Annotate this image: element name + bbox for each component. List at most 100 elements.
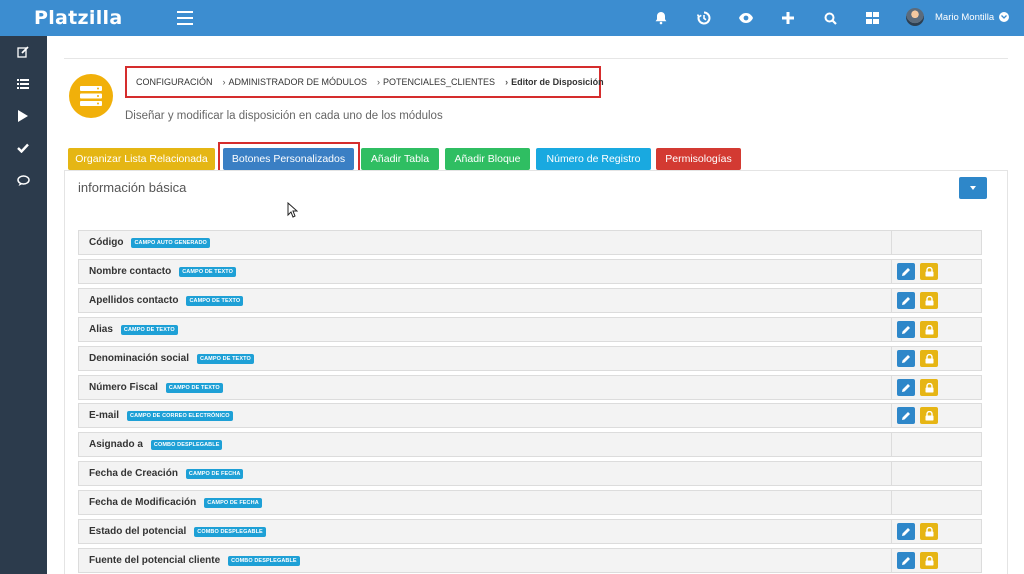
pencil-icon[interactable] [897,321,915,338]
row-divider [891,404,892,427]
plus-icon[interactable] [780,10,796,26]
table-row[interactable]: Alias CAMPO DE TEXTO [78,317,982,342]
field-type-badge: COMBO DESPLEGABLE [228,555,300,566]
history-icon[interactable] [696,10,712,26]
chevron-down-icon[interactable] [999,12,1010,22]
pencil-icon[interactable] [897,552,915,569]
field-label: Apellidos contacto [89,295,179,306]
table-row[interactable]: Fecha de Creación CAMPO DE FECHA [78,461,982,486]
lock-icon[interactable] [920,379,938,396]
pencil-icon[interactable] [897,350,915,367]
field-type-badge: CAMPO DE FECHA [185,468,244,479]
breadcrumb-item-current: Editor de Disposición [505,77,604,87]
pencil-icon[interactable] [897,379,915,396]
field-label: Número Fiscal [89,382,158,393]
record-number-button[interactable]: Número de Registro [536,148,651,170]
table-row[interactable]: Apellidos contacto CAMPO DE TEXTO [78,288,982,313]
pencil-icon[interactable] [897,407,915,424]
field-label: Fecha de Modificación [89,497,197,508]
table-row[interactable]: E-mail CAMPO DE CORREO ELECTRÓNICO [78,403,982,428]
lock-icon[interactable] [920,321,938,338]
list-icon[interactable] [15,76,31,92]
check-icon[interactable] [15,140,31,156]
organize-related-list-button[interactable]: Organizar Lista Relacionada [68,148,215,170]
field-type-badge: CAMPO DE CORREO ELECTRÓNICO [127,410,233,421]
field-type-badge: CAMPO DE FECHA [204,497,262,508]
field-label: Estado del potencial [89,526,187,537]
menu-toggle-icon[interactable] [177,11,193,25]
app-logo[interactable]: Platzilla [34,7,122,29]
field-label: Alias [89,324,113,335]
breadcrumb-item-configuracion[interactable]: CONFIGURACIÓN [136,77,213,87]
user-menu[interactable]: Mario Montilla [906,8,1010,26]
table-row[interactable]: Fecha de Modificación CAMPO DE FECHA [78,490,982,515]
top-navbar: Platzilla Mario Montilla [0,0,1024,36]
search-icon[interactable] [822,10,838,26]
field-type-badge: CAMPO DE TEXTO [165,382,223,393]
field-type-badge: CAMPO DE TEXTO [186,295,244,306]
lock-icon[interactable] [920,263,938,280]
panel-dropdown-button[interactable] [959,177,987,199]
row-divider [891,318,892,341]
eye-icon[interactable] [738,10,754,26]
lock-icon[interactable] [920,523,938,540]
permissions-button[interactable]: Permisologías [656,148,741,170]
avatar [906,8,924,26]
table-row[interactable]: Fuente del potencial cliente COMBO DESPLE… [78,548,982,573]
row-divider [891,260,892,283]
field-label: Asignado a [89,439,143,450]
row-divider [891,376,892,399]
field-label: Nombre contacto [89,266,172,277]
lock-icon[interactable] [920,407,938,424]
field-type-badge: COMBO DESPLEGABLE [194,526,266,537]
row-divider [891,289,892,312]
field-type-badge: CAMPO DE TEXTO [120,324,178,335]
edit-icon[interactable] [15,44,31,60]
field-label: Código [89,237,124,248]
pencil-icon[interactable] [897,523,915,540]
custom-buttons-button[interactable]: Botones Personalizados [223,148,354,170]
row-divider [891,462,892,485]
row-divider [891,520,892,543]
grid-icon[interactable] [864,10,880,26]
row-divider [891,433,892,456]
table-row[interactable]: Denominación social CAMPO DE TEXTO [78,346,982,371]
lock-icon[interactable] [920,292,938,309]
sidebar [0,36,47,574]
lock-icon[interactable] [920,350,938,367]
breadcrumb-item-admin-modulos[interactable]: ADMINISTRADOR DE MÓDULOS [223,77,368,87]
table-row[interactable]: Nombre contacto CAMPO DE TEXTO [78,259,982,284]
pencil-icon[interactable] [897,263,915,280]
field-type-badge: CAMPO DE TEXTO [179,266,237,277]
field-type-badge: COMBO DESPLEGABLE [150,439,223,450]
table-row[interactable]: Estado del potencial COMBO DESPLEGABLE [78,519,982,544]
server-icon [69,74,113,118]
breadcrumb-item-potenciales[interactable]: POTENCIALES_CLIENTES [377,77,495,87]
table-row[interactable]: Código CAMPO AUTO GENERADO [78,230,982,255]
pencil-icon[interactable] [897,292,915,309]
table-row[interactable]: Número Fiscal CAMPO DE TEXTO [78,375,982,400]
field-label: Fecha de Creación [89,468,178,479]
row-divider [891,347,892,370]
field-label: Fuente del potencial cliente [89,555,221,566]
field-type-badge: CAMPO DE TEXTO [197,353,254,364]
row-divider [891,231,892,254]
page-subtitle: Diseñar y modificar la disposición en ca… [125,110,443,122]
chat-icon[interactable] [15,173,31,189]
field-label: Denominación social [89,353,190,364]
table-row[interactable]: Asignado a COMBO DESPLEGABLE [78,432,982,457]
mouse-cursor-icon [287,201,299,223]
field-label: E-mail [89,410,120,421]
play-icon[interactable] [15,108,31,124]
breadcrumb: CONFIGURACIÓN ADMINISTRADOR DE MÓDULOS P… [125,66,604,98]
add-block-button[interactable]: Añadir Bloque [445,148,530,170]
row-divider [891,549,892,572]
content-divider [64,58,1008,59]
add-table-button[interactable]: Añadir Tabla [361,148,439,170]
bell-icon[interactable] [653,10,669,26]
user-name: Mario Montilla [935,11,995,23]
row-divider [891,491,892,514]
field-type-badge: CAMPO AUTO GENERADO [131,237,210,248]
lock-icon[interactable] [920,552,938,569]
panel-title: información básica [78,180,187,195]
